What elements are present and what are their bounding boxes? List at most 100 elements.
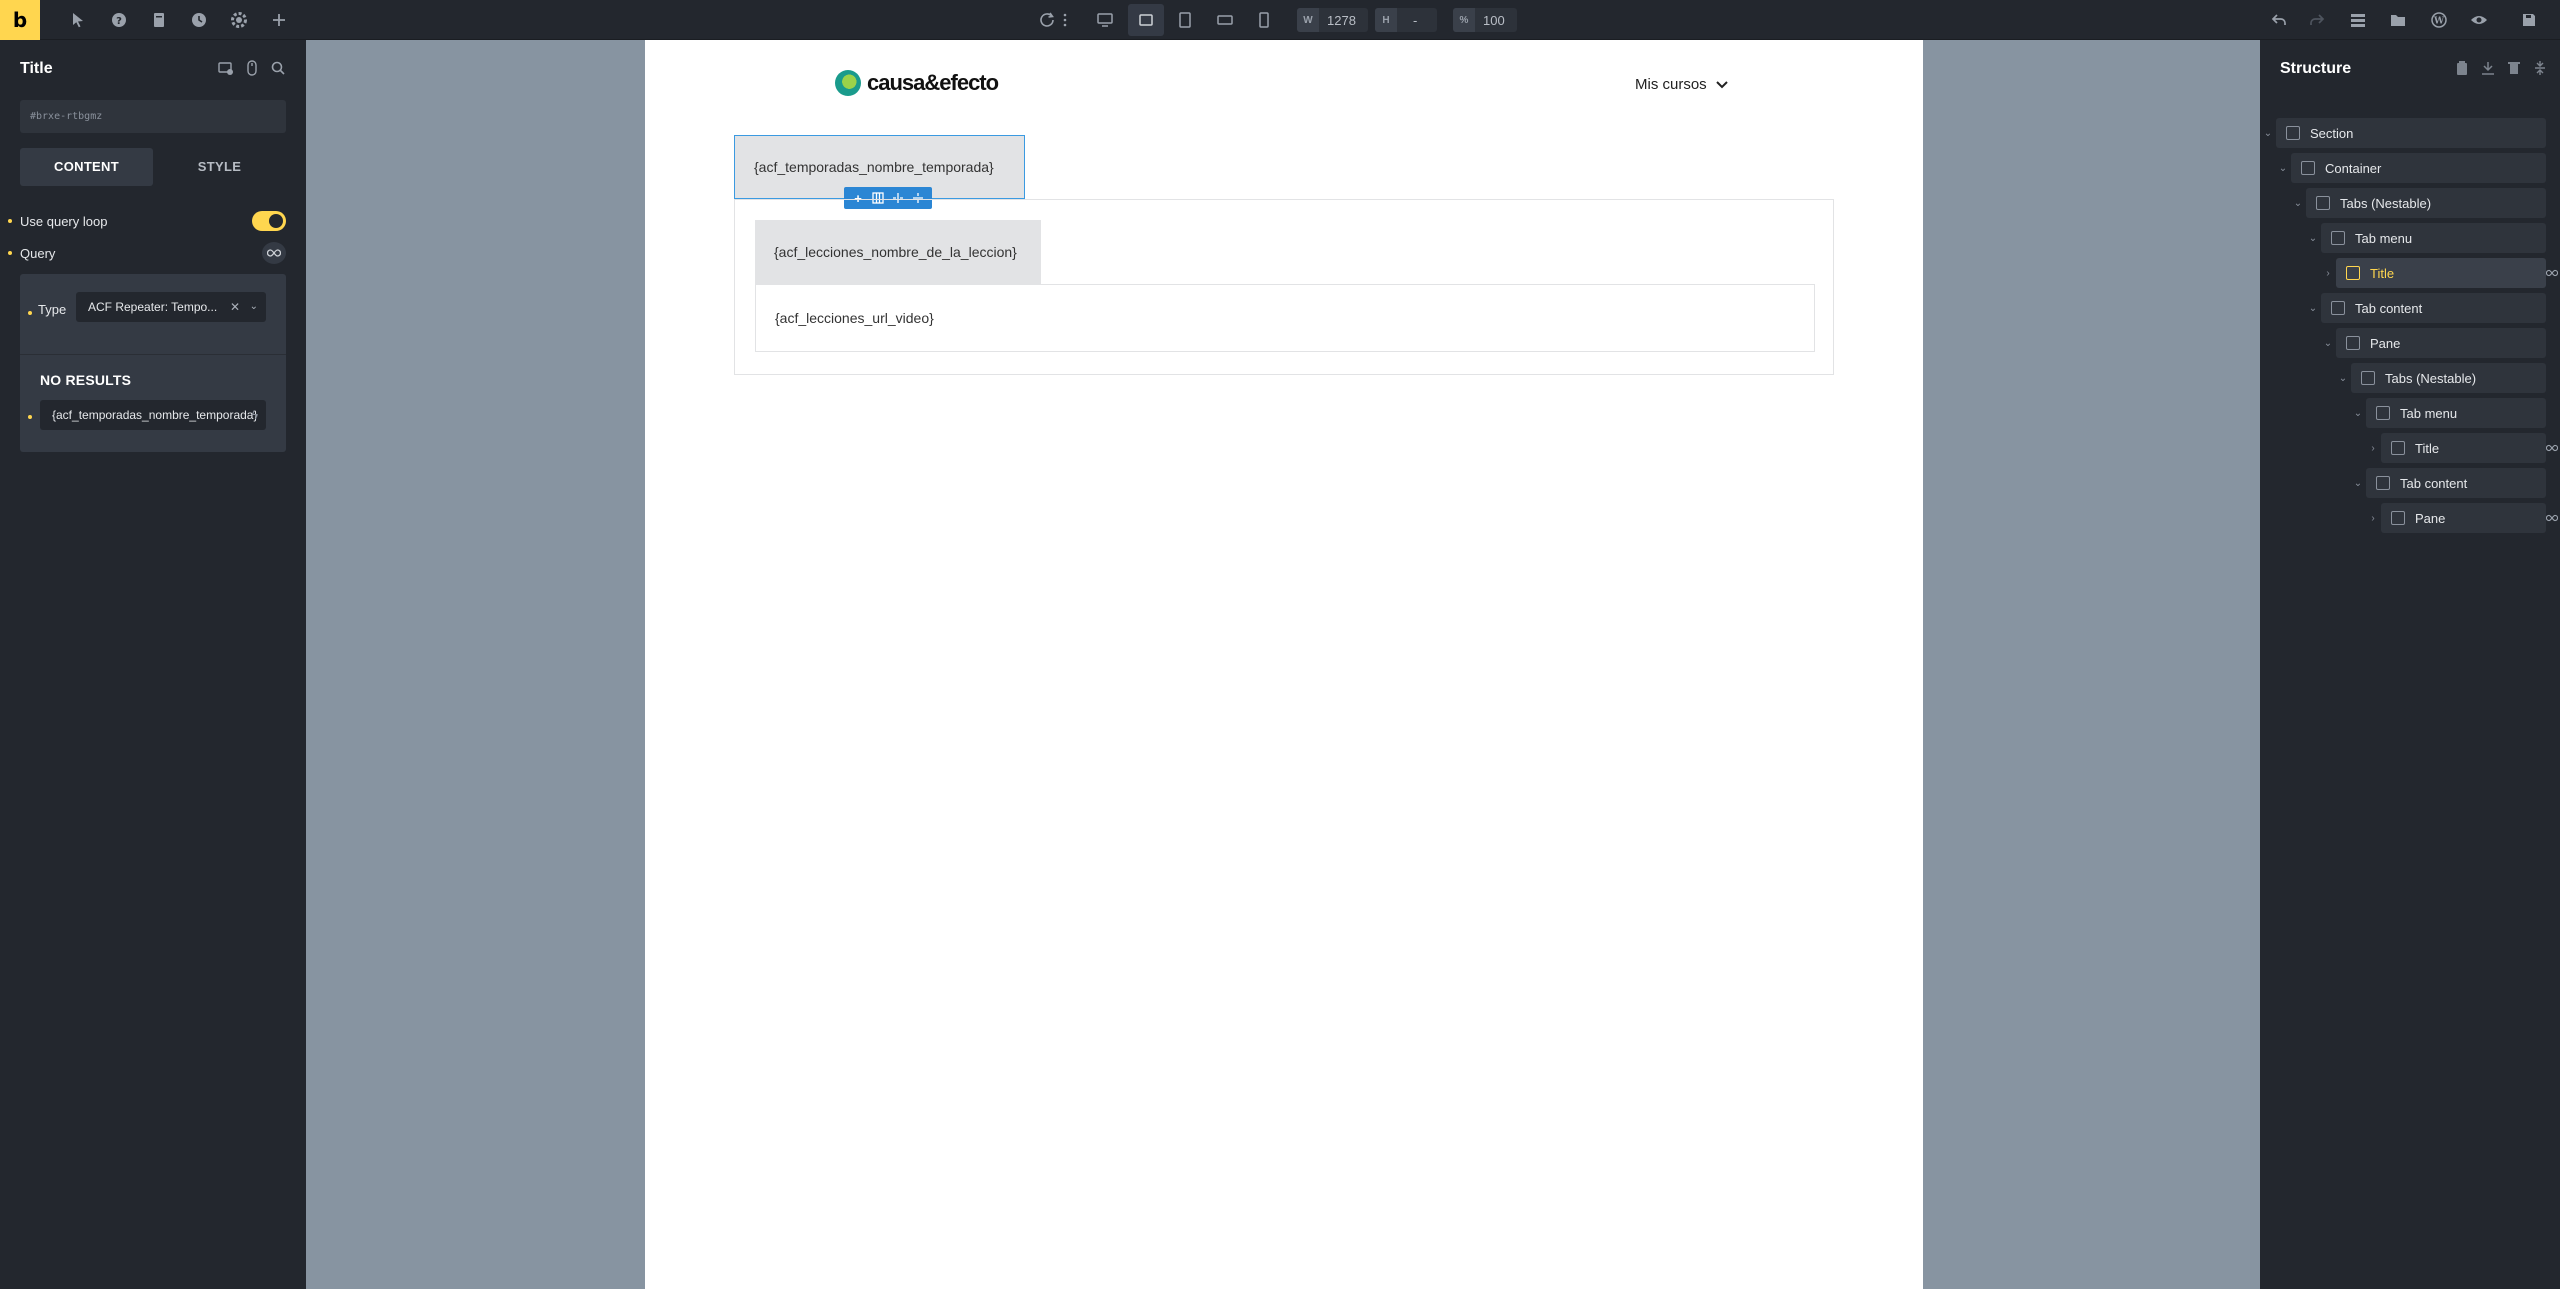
chevron-right-icon[interactable]: › [2322, 258, 2334, 288]
mouse-icon[interactable] [244, 60, 260, 76]
structure-item[interactable]: Tab content [2366, 468, 2546, 498]
redo-icon[interactable] [2305, 8, 2329, 32]
chevron-down-icon[interactable]: ⌄ [2352, 468, 2364, 498]
chevron-down-icon[interactable]: ⌄ [2262, 118, 2274, 148]
infinity-icon[interactable] [262, 242, 286, 264]
height-field[interactable]: H - [1375, 8, 1437, 32]
structure-item[interactable]: Pane [2381, 503, 2546, 533]
chevron-down-icon[interactable]: ⌄ [2337, 363, 2349, 393]
structure-item[interactable]: Section [2276, 118, 2546, 148]
element-type-icon [2376, 476, 2390, 490]
zoom-value[interactable]: 100 [1475, 13, 1513, 28]
zoom-label: % [1453, 8, 1475, 32]
query-label: Query [20, 245, 56, 261]
width-label: W [1297, 8, 1319, 32]
svg-text:?: ? [116, 16, 122, 27]
download-icon[interactable] [2480, 60, 2496, 76]
site-logo[interactable]: causa&efecto [835, 70, 999, 96]
bricks-logo[interactable]: b [0, 0, 40, 40]
type-value: ACF Repeater: Tempo... [88, 300, 218, 314]
structure-item[interactable]: Tab menu [2321, 223, 2546, 253]
query-popup: Type ACF Repeater: Tempo... ✕ ⌄ NO RESUL… [20, 274, 286, 452]
structure-item-label: Tab menu [2355, 230, 2413, 246]
tab-style[interactable]: STYLE [153, 148, 286, 186]
structure-item-label: Section [2310, 125, 2354, 141]
chevron-down-icon[interactable]: ⌄ [2307, 293, 2319, 323]
structure-item[interactable]: Pane [2336, 328, 2546, 358]
folder-icon[interactable] [2386, 8, 2410, 32]
trash-icon[interactable] [2506, 60, 2522, 76]
structure-item[interactable]: Tabs (Nestable) [2351, 363, 2546, 393]
page-preview: causa&efecto Mis cursos {acf_temporadas_… [645, 40, 1923, 1289]
search-icon[interactable] [270, 60, 286, 76]
chevron-right-icon[interactable]: › [2367, 503, 2379, 533]
structure-item-label: Pane [2415, 510, 2446, 526]
use-query-loop-label: Use query loop [20, 213, 108, 229]
structure-item[interactable]: Container [2291, 153, 2546, 183]
inner-tab-pane[interactable]: {acf_lecciones_url_video} [755, 284, 1815, 352]
query-loop-toggle[interactable] [252, 211, 286, 231]
add-element-icon[interactable] [267, 8, 291, 32]
chevron-down-icon[interactable]: ⌄ [2307, 223, 2319, 253]
structure-item-label: Title [2370, 265, 2395, 281]
modified-dot [8, 219, 12, 223]
collapse-icon[interactable] [2532, 60, 2548, 76]
clear-icon[interactable]: ✕ [230, 292, 240, 322]
preview-eye-icon[interactable] [2467, 8, 2491, 32]
width-field[interactable]: W 1278 [1297, 8, 1368, 32]
mobile-portrait-icon[interactable] [1252, 8, 1276, 32]
query-row: Query [8, 242, 286, 264]
chevron-down-icon[interactable]: ⌄ [2322, 328, 2334, 358]
brand-name: causa&efecto [867, 70, 999, 95]
dynamic-data-field[interactable]: {acf_temporadas_nombre_temporada} ϟ [40, 400, 266, 430]
cursor-icon[interactable] [66, 8, 90, 32]
height-value[interactable]: - [1397, 13, 1425, 28]
chevron-down-icon[interactable]: ⌄ [2277, 153, 2289, 183]
clipboard-icon[interactable] [2454, 60, 2470, 76]
settings-icon[interactable] [227, 8, 251, 32]
element-type-icon [2331, 231, 2345, 245]
element-type-icon [2346, 336, 2360, 350]
wordpress-icon[interactable]: W [2427, 8, 2451, 32]
mobile-landscape-icon[interactable] [1213, 8, 1237, 32]
logo-mark-icon [835, 70, 861, 96]
divider [20, 354, 286, 355]
dynamic-data-bolt-icon[interactable]: ϟ [252, 400, 258, 430]
structure-item-label: Tabs (Nestable) [2340, 195, 2432, 211]
structure-item[interactable]: Tabs (Nestable) [2306, 188, 2546, 218]
element-type-icon [2376, 406, 2390, 420]
tablet-portrait-icon[interactable] [1173, 8, 1197, 32]
structure-title: Structure [2280, 60, 2352, 77]
history-icon[interactable] [187, 8, 211, 32]
undo-icon[interactable] [2267, 8, 2291, 32]
tab-content[interactable]: CONTENT [20, 148, 153, 186]
pages-icon[interactable] [147, 8, 171, 32]
element-id-field[interactable]: #brxe-rtbgmz [20, 100, 286, 133]
structure-item[interactable]: Title [2336, 258, 2546, 288]
refresh-icon[interactable] [1035, 8, 1059, 32]
inner-tab-title[interactable]: {acf_lecciones_nombre_de_la_leccion} [755, 220, 1041, 284]
chevron-down-icon[interactable]: ⌄ [2292, 188, 2304, 218]
desktop-breakpoint-icon[interactable] [1093, 8, 1117, 32]
more-icon[interactable] [1058, 8, 1072, 32]
width-value[interactable]: 1278 [1319, 13, 1364, 28]
zoom-field[interactable]: % 100 [1453, 8, 1517, 32]
save-icon[interactable] [2517, 8, 2541, 32]
global-class-icon[interactable] [218, 60, 234, 76]
nav-menu-mis-cursos[interactable]: Mis cursos [1635, 76, 1729, 93]
menu-label: Mis cursos [1635, 76, 1707, 93]
help-icon[interactable]: ? [107, 8, 131, 32]
tab-content-area[interactable]: {acf_lecciones_nombre_de_la_leccion} {ac… [734, 199, 1834, 375]
laptop-breakpoint-icon[interactable] [1128, 4, 1164, 36]
element-type-icon [2391, 511, 2405, 525]
structure-item[interactable]: Title [2381, 433, 2546, 463]
chevron-down-icon[interactable]: ⌄ [2352, 398, 2364, 428]
type-select[interactable]: ACF Repeater: Tempo... ✕ ⌄ [76, 292, 266, 322]
structure-item[interactable]: Tab menu [2366, 398, 2546, 428]
height-label: H [1375, 8, 1397, 32]
structure-item[interactable]: Tab content [2321, 293, 2546, 323]
chevron-right-icon[interactable]: › [2367, 433, 2379, 463]
structure-panel-icon[interactable] [2346, 8, 2370, 32]
chevron-down-icon[interactable]: ⌄ [250, 292, 258, 322]
element-type-icon [2331, 301, 2345, 315]
